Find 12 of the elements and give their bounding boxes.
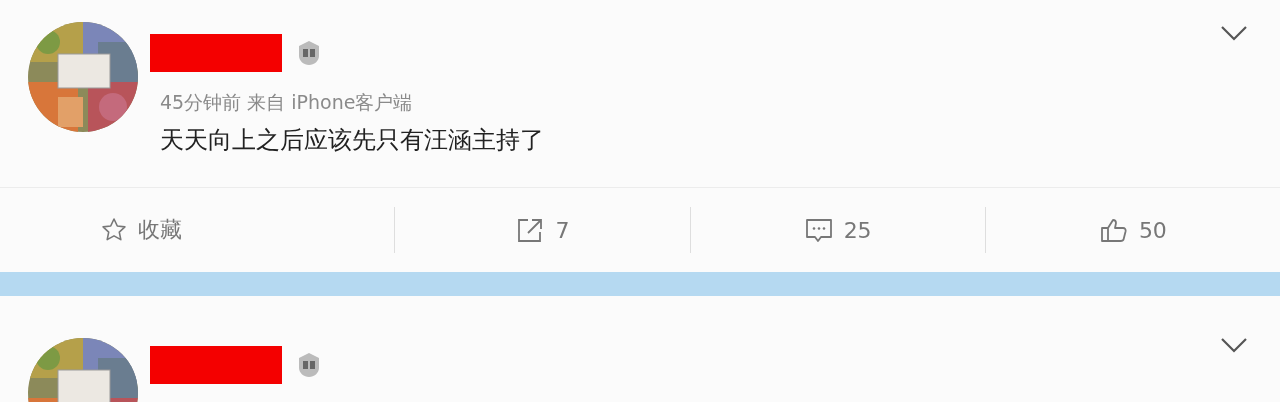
post-meta: 45分钟前 来自 iPhone客户端 [160, 90, 414, 115]
thumbs-up-icon [1098, 216, 1129, 244]
repost-button[interactable]: 7 [395, 188, 690, 272]
favorite-button[interactable]: 收藏 [0, 188, 395, 272]
chevron-down-icon[interactable] [1220, 336, 1248, 354]
comment-icon [803, 216, 834, 244]
like-button[interactable]: 50 [985, 188, 1280, 272]
chevron-down-icon[interactable] [1220, 24, 1248, 42]
badge-icon [296, 40, 322, 66]
comment-button[interactable]: 25 [690, 188, 985, 272]
post-text: 天天向上之后应该先只有汪涵主持了 [160, 125, 544, 156]
badge-icon [296, 352, 322, 378]
